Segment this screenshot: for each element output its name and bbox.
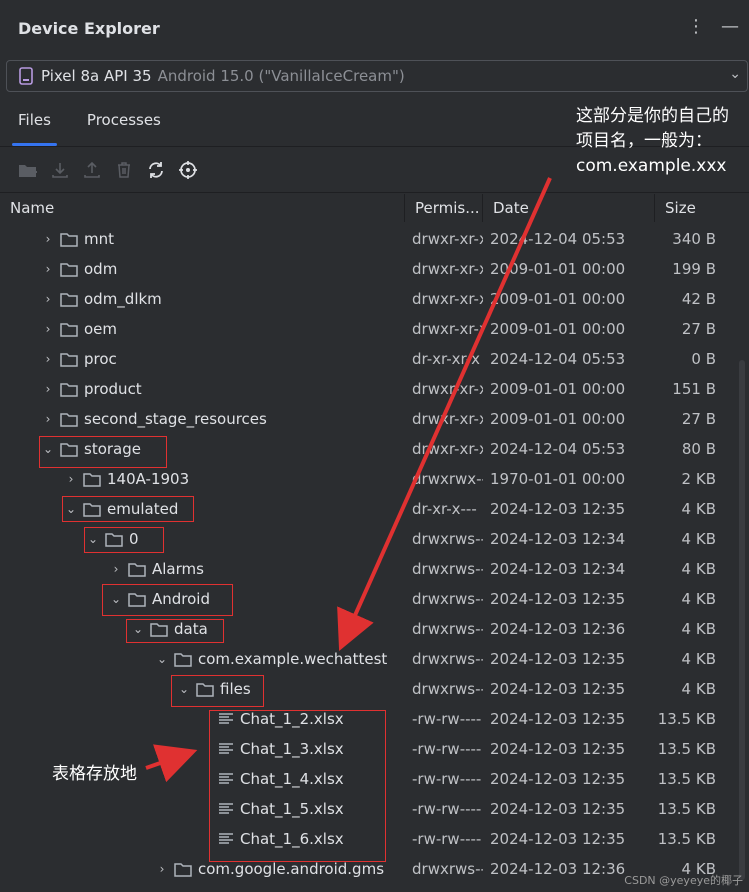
annotation-line: 这部分是你的自己的 (576, 106, 729, 126)
annotation-line: com.example.xxx (576, 156, 727, 176)
annotation-left: 表格存放地 (52, 764, 137, 784)
annotation-arrow-left (145, 744, 198, 783)
annotation-top: 这部分是你的自己的 项目名，一般为： com.example.xxx (576, 104, 729, 179)
annotation-line: 项目名，一般为： (576, 131, 712, 151)
watermark: CSDN @yeyeye的椰子 (624, 874, 743, 887)
annotation-arrow-top (337, 177, 552, 651)
